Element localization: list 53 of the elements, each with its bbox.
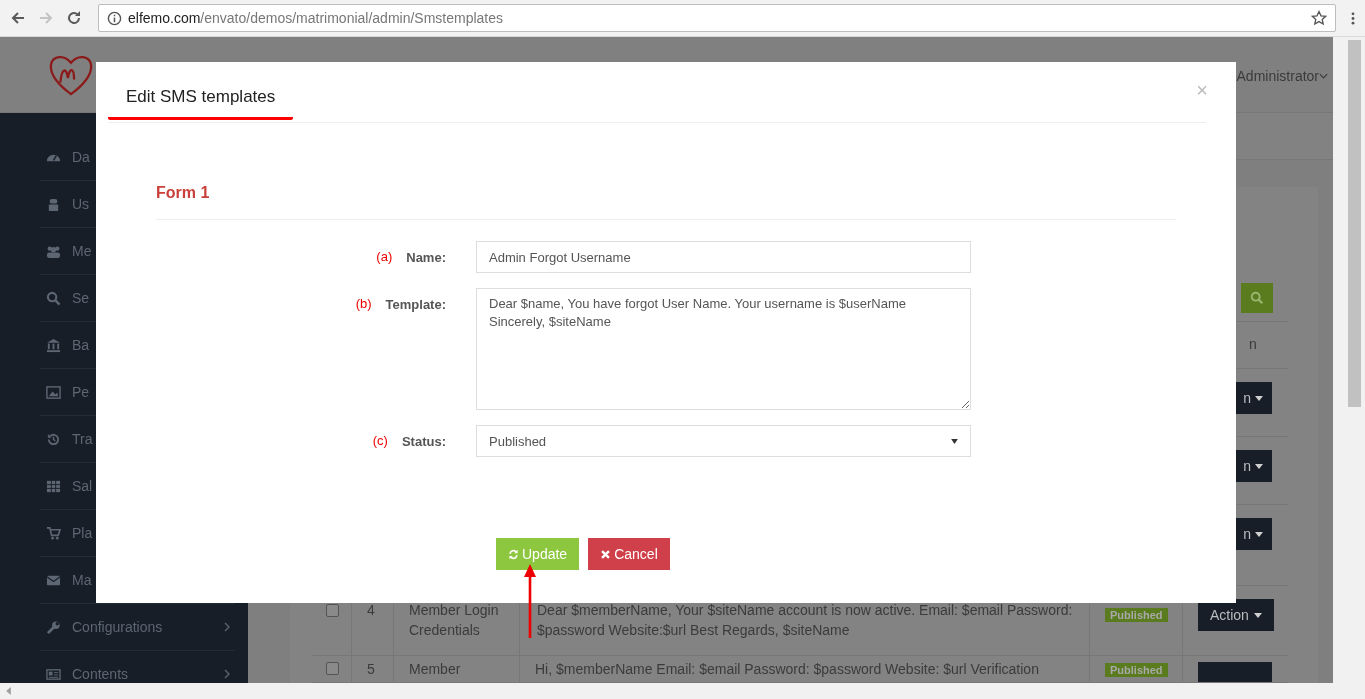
history-icon xyxy=(46,431,61,447)
annotation-label: (c) xyxy=(372,433,388,448)
field-label: Name: xyxy=(406,250,446,265)
search-icon xyxy=(1250,291,1264,305)
address-bar[interactable]: elfemo.com/envato/demos/matrimonial/admin/Smstemplates xyxy=(98,4,1336,32)
caret-icon xyxy=(1255,531,1263,537)
dialog-title[interactable]: Edit SMS templates xyxy=(108,87,294,120)
table-cell: Dear $memberName, Your $siteName account is now active. Email: $email Password: $password Website:$url Best Regards, $siteName xyxy=(537,602,1073,638)
column-header: n xyxy=(1249,335,1257,354)
row-checkbox[interactable] xyxy=(326,604,339,617)
status-dropdown[interactable]: Published xyxy=(476,425,971,457)
scroll-left-icon[interactable] xyxy=(6,687,11,695)
menu-icon[interactable] xyxy=(1351,10,1355,26)
caret-icon xyxy=(1255,463,1263,469)
caret-icon xyxy=(951,438,958,444)
search-icon xyxy=(46,290,61,306)
field-label: Template: xyxy=(385,297,446,312)
table-cell: Hi, $memberName Email: $email Password: $password Website: $url Verification xyxy=(535,661,1039,677)
table-cell: Member xyxy=(409,661,461,677)
cart-icon xyxy=(46,525,61,541)
annotation-label: (a) xyxy=(376,249,393,264)
table-cell: 4 xyxy=(367,602,375,618)
vertical-scrollbar[interactable] xyxy=(1333,37,1365,683)
table-icon xyxy=(46,478,61,494)
caret-icon xyxy=(1255,395,1263,401)
status-badge: Published xyxy=(1105,608,1168,622)
field-label: Status: xyxy=(401,434,446,449)
wrench-icon xyxy=(46,619,61,635)
horizontal-scrollbar[interactable] xyxy=(0,683,1365,699)
name-field[interactable]: Admin Forgot Username xyxy=(476,241,971,273)
cancel-button[interactable]: Cancel xyxy=(588,538,670,570)
form-title: Form 1 xyxy=(156,123,1176,220)
reload-icon[interactable] xyxy=(66,10,82,26)
caret-icon xyxy=(1253,612,1262,618)
close-icon xyxy=(600,548,612,560)
url-text: elfemo.com/envato/demos/matrimonial/admin/Smstemplates xyxy=(128,10,504,26)
status-badge: Published xyxy=(1105,663,1168,677)
annotation-label: (b) xyxy=(355,296,372,311)
row-checkbox[interactable] xyxy=(326,662,339,675)
template-field[interactable]: Dear $name, You have forgot User Name. Your username is $userName Sincerely, $siteName xyxy=(476,288,971,410)
bank-icon xyxy=(46,337,61,353)
user-icon xyxy=(46,196,61,212)
search-button[interactable] xyxy=(1241,283,1273,313)
action-button[interactable]: Action xyxy=(1198,599,1274,631)
star-icon[interactable] xyxy=(1311,10,1327,26)
image-icon xyxy=(46,384,61,400)
chevron-down-icon xyxy=(1319,73,1328,79)
info-icon xyxy=(107,10,122,26)
table-cell: Member Login Credentials xyxy=(409,602,499,638)
back-icon[interactable] xyxy=(10,10,26,26)
refresh-icon xyxy=(508,548,519,560)
newspaper-icon xyxy=(46,666,61,682)
table-cell: 5 xyxy=(367,661,375,677)
